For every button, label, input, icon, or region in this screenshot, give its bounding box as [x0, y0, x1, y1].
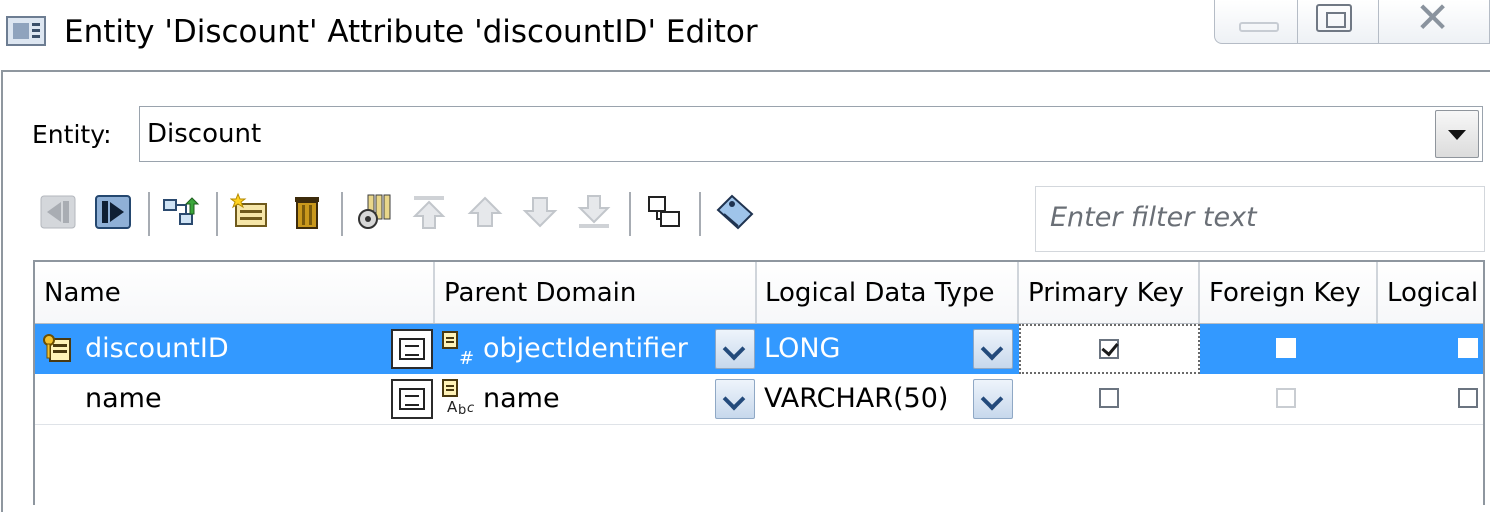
- tag-button[interactable]: [714, 192, 754, 232]
- filter-placeholder: Enter filter text: [1050, 202, 1257, 233]
- collapse-left-button[interactable]: [39, 192, 77, 232]
- svg-text:b: b: [458, 403, 466, 418]
- column-header-name[interactable]: Name: [35, 262, 435, 324]
- maximize-icon: [1316, 4, 1352, 32]
- tag-icon: [716, 194, 754, 230]
- title-bar: Entity 'Discount' Attribute 'discountID'…: [0, 0, 1490, 66]
- move-down-icon: [522, 197, 558, 228]
- parent-domain-dropdown[interactable]: [715, 379, 755, 419]
- name-cell[interactable]: discountID: [35, 324, 435, 374]
- table-row[interactable]: discountID # objectIdentifier LONG: [35, 324, 1483, 374]
- toolbar-separator: [216, 192, 218, 236]
- move-to-bottom-icon: [577, 195, 611, 228]
- relationship-button[interactable]: [644, 192, 682, 232]
- logical-data-type-cell[interactable]: VARCHAR(50): [757, 374, 1019, 424]
- parent-domain-cell[interactable]: # objectIdentifier: [435, 324, 757, 374]
- attribute-name: discountID: [85, 333, 229, 364]
- logical-checkbox[interactable]: [1458, 338, 1478, 358]
- logical-data-type-dropdown[interactable]: [973, 379, 1013, 419]
- attribute-name: name: [85, 383, 162, 414]
- column-header-primary-key[interactable]: Primary Key: [1019, 262, 1200, 324]
- expand-right-button[interactable]: [94, 192, 132, 232]
- primary-key-checkbox[interactable]: [1099, 388, 1119, 408]
- entity-label: Entity:: [32, 120, 112, 149]
- window-title: Entity 'Discount' Attribute 'discountID'…: [64, 14, 758, 50]
- new-attribute-icon: [229, 192, 267, 227]
- expand-right-icon: [95, 195, 131, 229]
- move-to-top-icon: [412, 196, 446, 229]
- svg-text:A: A: [447, 398, 458, 416]
- table-row[interactable]: name A b c name VARCHAR(50): [35, 374, 1483, 425]
- column-properties-button[interactable]: [354, 192, 392, 232]
- foreign-key-cell[interactable]: [1200, 324, 1378, 374]
- move-up-icon: [467, 196, 503, 227]
- new-attribute-button[interactable]: [229, 192, 268, 232]
- collapse-left-icon: [40, 195, 76, 229]
- primary-key-cell[interactable]: [1019, 374, 1200, 424]
- column-header-parent-domain[interactable]: Parent Domain: [435, 262, 757, 324]
- parent-domain-value: objectIdentifier: [483, 333, 688, 364]
- parent-domain-dropdown[interactable]: [715, 329, 755, 369]
- primary-key-cell[interactable]: [1019, 324, 1200, 374]
- filter-input[interactable]: Enter filter text: [1035, 186, 1485, 252]
- toolbar-separator: [629, 192, 631, 236]
- logical-data-type-value: LONG: [764, 333, 841, 364]
- delete-button[interactable]: [288, 192, 326, 232]
- primary-key-checkbox[interactable]: [1099, 339, 1119, 359]
- relationship-icon: [648, 196, 680, 227]
- foreign-key-checkbox[interactable]: [1276, 338, 1296, 358]
- logical-cell[interactable]: [1378, 374, 1483, 424]
- close-icon: ✕: [1415, 0, 1451, 42]
- svg-text:c: c: [467, 401, 474, 416]
- toolbar-separator: [699, 192, 701, 236]
- column-header-foreign-key[interactable]: Foreign Key: [1200, 262, 1378, 324]
- toolbar-separator: [341, 192, 343, 236]
- move-down-button[interactable]: [521, 192, 559, 232]
- parent-domain-cell[interactable]: A b c name: [435, 374, 757, 424]
- column-properties-icon: [358, 194, 391, 229]
- move-to-top-button[interactable]: [410, 192, 448, 232]
- hierarchy-icon: [163, 197, 200, 225]
- primary-key-icon: [43, 334, 71, 362]
- maximize-button[interactable]: [1297, 0, 1379, 44]
- edit-attribute-button[interactable]: [391, 379, 433, 419]
- move-to-bottom-button[interactable]: [575, 192, 613, 232]
- logical-checkbox[interactable]: [1458, 388, 1478, 408]
- toolbar-separator: [148, 192, 150, 236]
- attributes-table: Name Parent Domain Logical Data Type Pri…: [33, 260, 1485, 505]
- foreign-key-checkbox: [1276, 388, 1296, 408]
- close-button[interactable]: ✕: [1378, 0, 1490, 44]
- numeric-domain-icon: #: [442, 331, 474, 368]
- entity-select-value: Discount: [147, 119, 262, 149]
- minimize-button[interactable]: [1214, 0, 1298, 44]
- column-header-logical-data-type[interactable]: Logical Data Type: [757, 262, 1019, 324]
- minimize-icon: [1239, 22, 1279, 32]
- entity-select[interactable]: Discount: [139, 106, 1483, 162]
- name-cell[interactable]: name: [35, 374, 435, 424]
- delete-icon: [295, 197, 319, 229]
- svg-text:#: #: [459, 348, 474, 368]
- logical-cell[interactable]: [1378, 324, 1483, 374]
- parent-domain-value: name: [483, 383, 560, 414]
- logical-data-type-dropdown[interactable]: [973, 329, 1013, 369]
- column-header-logical[interactable]: Logical: [1378, 262, 1483, 324]
- entity-dropdown-button[interactable]: [1435, 110, 1479, 158]
- foreign-key-cell[interactable]: [1200, 374, 1378, 424]
- move-up-button[interactable]: [466, 192, 504, 232]
- window-app-icon[interactable]: [6, 16, 46, 46]
- logical-data-type-value: VARCHAR(50): [764, 383, 949, 414]
- hierarchy-button[interactable]: [162, 192, 200, 232]
- text-domain-icon: A b c: [442, 379, 474, 418]
- edit-attribute-button[interactable]: [391, 329, 433, 369]
- logical-data-type-cell[interactable]: LONG: [757, 324, 1019, 374]
